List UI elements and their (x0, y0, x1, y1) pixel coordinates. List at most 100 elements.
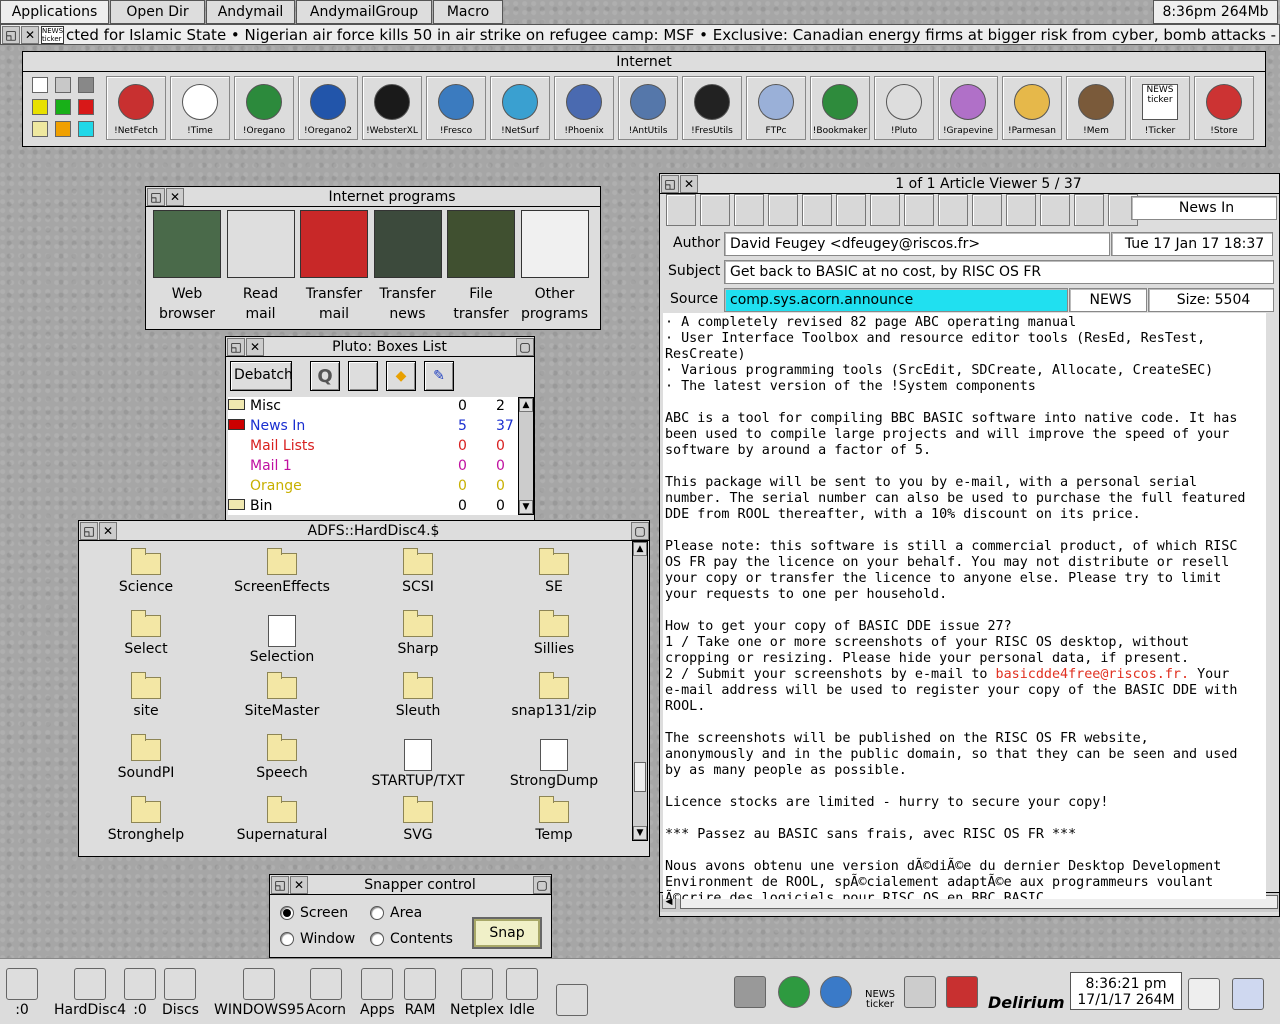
sort-icon[interactable] (1074, 194, 1104, 226)
app-pluto-button[interactable]: !Pluto (874, 76, 934, 140)
filer-item[interactable]: Sleuth (350, 672, 486, 719)
notepad-icon[interactable] (348, 361, 378, 391)
radio-area[interactable]: Area (370, 905, 422, 921)
mailbox-row[interactable]: Mail Lists 0 0 (226, 436, 516, 456)
author-field[interactable]: David Feugey <dfeugey@riscos.fr> (724, 232, 1110, 256)
article-body[interactable]: · A completely revised 82 page ABC opera… (663, 313, 1266, 899)
window-title-bar[interactable]: ◱ ✕ Pluto: Boxes List ▢ (226, 337, 534, 357)
filer-item[interactable]: Sharp (350, 610, 486, 657)
app-ftpc-button[interactable]: FTPc (746, 76, 806, 140)
netplex-iconbar-item[interactable]: Netplex (450, 968, 504, 1018)
screen-resize-icon[interactable] (1188, 978, 1220, 1012)
bin-icon[interactable] (666, 194, 696, 226)
app-ticker-button[interactable]: NEWS ticker !Ticker (1130, 76, 1190, 140)
scroll-up-icon[interactable]: ▲ (633, 542, 647, 556)
program-other-programs[interactable]: Other programs (520, 210, 590, 324)
lock-icon[interactable] (938, 194, 968, 226)
color-swatch[interactable] (32, 121, 48, 137)
app-oregano2-button[interactable]: !Oregano2 (298, 76, 358, 140)
filer-item[interactable]: STARTUP/TXT (350, 739, 486, 789)
app-store-button[interactable]: !Store (1194, 76, 1254, 140)
close-icon[interactable]: ✕ (246, 337, 264, 356)
news-ticker-icon[interactable]: NEWS ticker (862, 990, 898, 1010)
globe-icon[interactable] (778, 976, 810, 1010)
postbox-icon[interactable] (946, 976, 978, 1010)
acorn-drive-iconbar-item[interactable]: Acorn (306, 968, 346, 1018)
back-icon[interactable]: ◱ (661, 174, 679, 193)
camera-icon[interactable] (734, 976, 766, 1010)
menu-andymail[interactable]: Andymail (206, 0, 295, 24)
radio-contents[interactable]: Contents (370, 931, 453, 947)
window-title-bar[interactable]: Internet (23, 52, 1265, 72)
app-bookmaker-button[interactable]: !Bookmaker (810, 76, 870, 140)
query-icon[interactable]: Q (310, 361, 340, 391)
reply-icon[interactable] (836, 194, 866, 226)
close-icon[interactable]: ✕ (21, 25, 39, 44)
app-mem-button[interactable]: !Mem (1066, 76, 1126, 140)
pluto-icon[interactable] (904, 976, 936, 1010)
window-title-bar[interactable]: ◱ ✕ 1 of 1 Article Viewer 5 / 37 (660, 174, 1279, 194)
app-netsurf-button[interactable]: !NetSurf (490, 76, 550, 140)
app-time-button[interactable]: !Time (170, 76, 230, 140)
edit-pen-icon[interactable]: ✎ (424, 361, 454, 391)
filer-item[interactable]: site (78, 672, 214, 719)
save-icon[interactable] (870, 194, 900, 226)
scroll-down-icon[interactable]: ▼ (519, 500, 533, 514)
filer-item[interactable]: SVG (350, 796, 486, 843)
toggle-size-icon[interactable]: ▢ (533, 875, 551, 894)
thread-icon[interactable] (802, 194, 832, 226)
filer-item[interactable]: snap131/zip (486, 672, 622, 719)
window-title-bar[interactable]: ◱ ✕ Snapper control ▢ (270, 875, 551, 895)
close-icon[interactable]: ✕ (166, 187, 184, 206)
filer-item[interactable]: SE (486, 548, 622, 595)
cd-drive-iconbar-item[interactable]: :0 (6, 968, 38, 1018)
previous-icon[interactable] (734, 194, 764, 226)
back-icon[interactable]: ◱ (2, 25, 20, 44)
close-icon[interactable]: ✕ (290, 875, 308, 894)
color-swatch[interactable] (78, 121, 94, 137)
apps-iconbar-item[interactable]: Apps (360, 968, 395, 1018)
next-icon[interactable] (768, 194, 798, 226)
email-link[interactable]: basicdde4free@riscos.fr. (996, 667, 1189, 682)
app-websterxl-button[interactable]: !WebsterXL (362, 76, 422, 140)
radio-screen[interactable]: Screen (280, 905, 348, 921)
menu-open-dir[interactable]: Open Dir (110, 0, 205, 24)
color-swatch[interactable] (55, 99, 71, 115)
scroll-down-icon[interactable]: ▼ (633, 826, 647, 840)
subject-field[interactable]: Get back to BASIC at no cost, by RISC OS… (724, 260, 1274, 284)
filer-item[interactable]: Select (78, 610, 214, 657)
color-swatch[interactable] (55, 121, 71, 137)
program-file-transfer[interactable]: File transfer (446, 210, 516, 324)
app-fresutils-button[interactable]: !FresUtils (682, 76, 742, 140)
app-oregano-button[interactable]: !Oregano (234, 76, 294, 140)
filer-item[interactable]: Sillies (486, 610, 622, 657)
app-parmesan-button[interactable]: !Parmesan (1002, 76, 1062, 140)
news-ticker-bar[interactable]: ◱ ✕ NEWS ticker cted for Islamic State • … (0, 24, 1280, 45)
app-grapevine-button[interactable]: !Grapevine (938, 76, 998, 140)
filer-item[interactable]: Stronghelp (78, 796, 214, 843)
idle-iconbar-item[interactable]: Idle (506, 968, 538, 1018)
menu-andymailgroup[interactable]: AndymailGroup (296, 0, 432, 24)
delirium-icon[interactable]: Delirium (988, 993, 1065, 1012)
close-icon[interactable]: ✕ (680, 174, 698, 193)
sort-arrows-icon[interactable]: ◆ (386, 361, 416, 391)
back-icon[interactable]: ◱ (147, 187, 165, 206)
debatch-button[interactable]: Debatch (230, 361, 293, 391)
cube-icon[interactable] (1232, 978, 1264, 1012)
mailbox-row[interactable]: Misc 0 2 (226, 396, 516, 416)
filer-item[interactable]: StrongDump (486, 739, 622, 789)
back-icon[interactable]: ◱ (80, 521, 98, 540)
boxes-scrollbar[interactable]: ▲ ▼ (518, 397, 534, 515)
mailbox-row[interactable]: Bin 0 0 (226, 496, 516, 516)
color-swatch[interactable] (55, 77, 71, 93)
list-icon[interactable] (1040, 194, 1070, 226)
lips-icon[interactable] (904, 194, 934, 226)
filer-item[interactable]: SCSI (350, 548, 486, 595)
floppy-iconbar-item[interactable]: :0 (124, 968, 156, 1018)
app-netfetch-button[interactable]: !NetFetch (106, 76, 166, 140)
ram-iconbar-item[interactable]: RAM (404, 968, 436, 1018)
filer-item[interactable]: ScreenEffects (214, 548, 350, 595)
color-swatch[interactable] (32, 77, 48, 93)
window-title-bar[interactable]: ◱ ✕ Internet programs (146, 187, 600, 207)
spellcheck-icon[interactable] (1006, 194, 1036, 226)
